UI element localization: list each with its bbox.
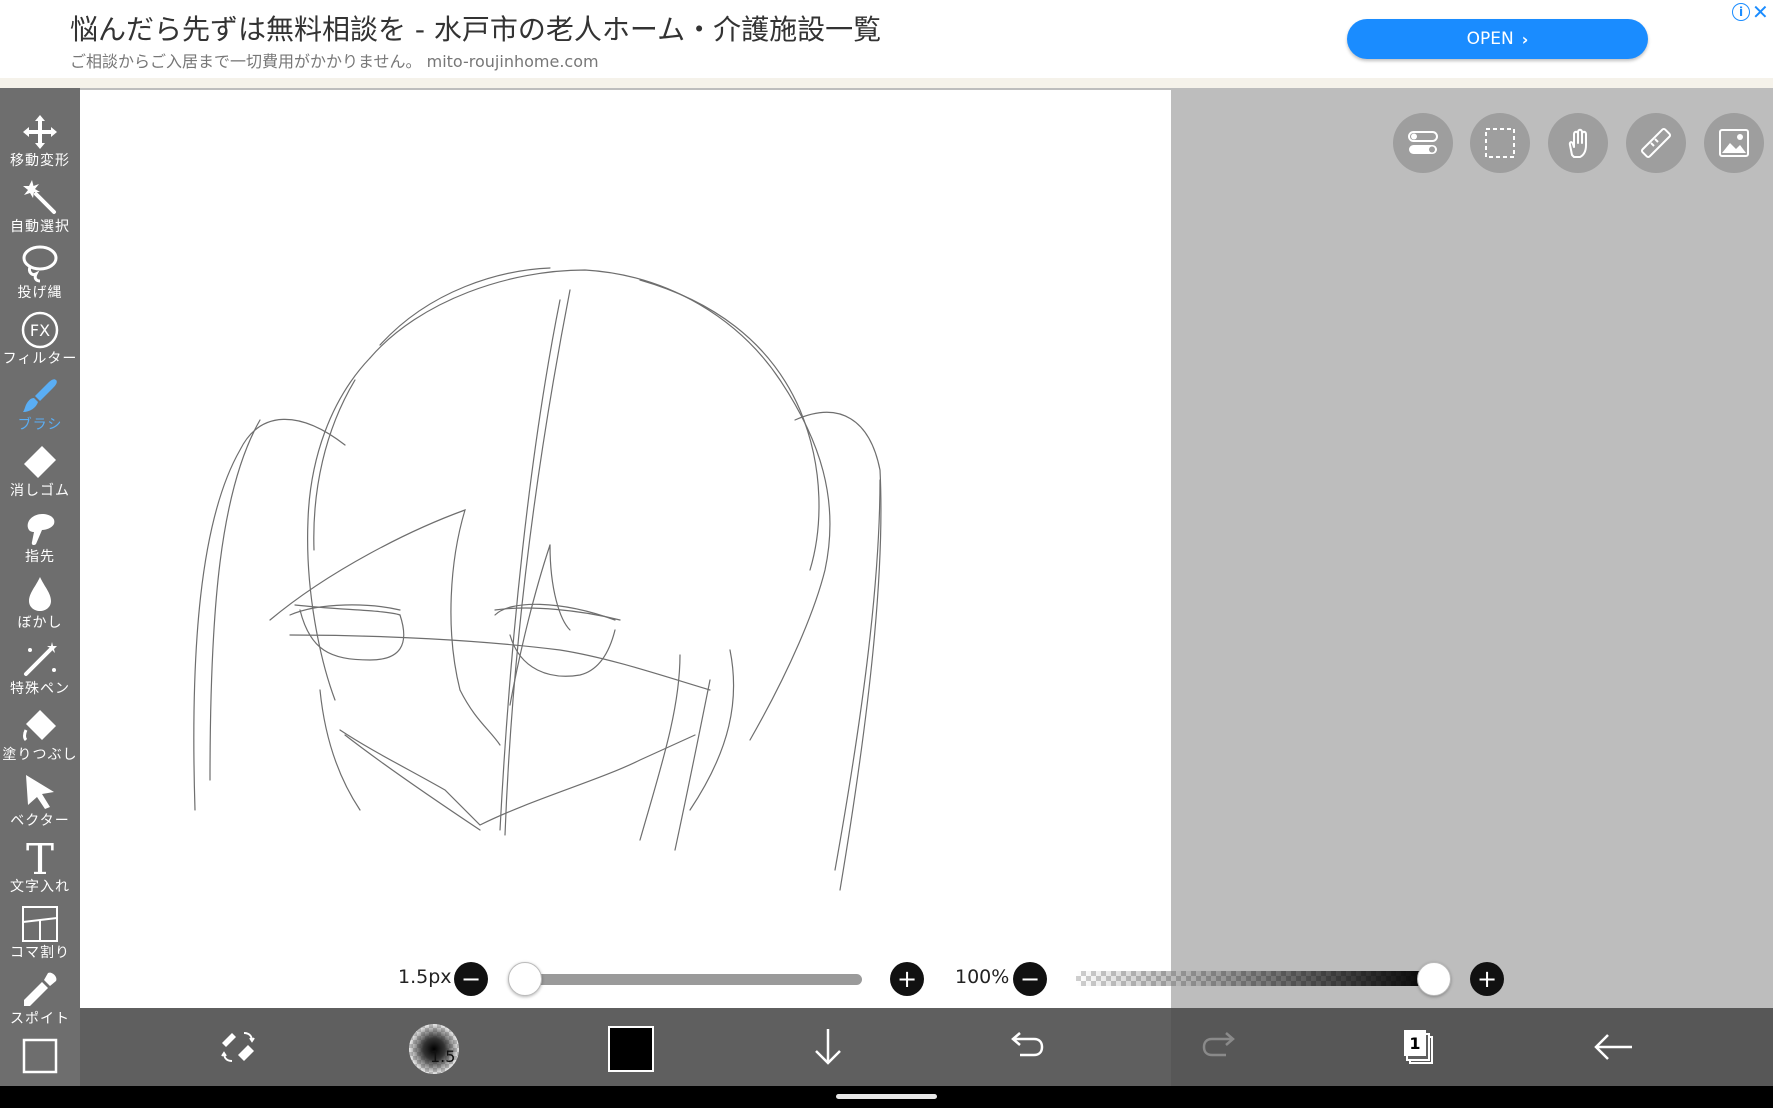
plus-icon: +	[896, 965, 918, 993]
move-icon	[23, 115, 57, 149]
undo-icon	[1011, 1032, 1044, 1057]
image-button[interactable]	[1704, 113, 1764, 173]
back-button[interactable]	[1590, 1023, 1638, 1071]
layers-icon: 1	[1404, 1030, 1433, 1064]
undo-button[interactable]	[1000, 1023, 1048, 1071]
down-arrow-icon	[815, 1029, 841, 1065]
selection-icon	[1485, 128, 1515, 158]
ad-info-icon[interactable]: i	[1732, 3, 1750, 21]
brush-eraser-switch-button[interactable]	[214, 1023, 262, 1071]
brush-size-slider-knob[interactable]	[508, 962, 542, 996]
tool-blur[interactable]: ぼかし	[0, 572, 80, 638]
tool-finger[interactable]: 指先	[0, 506, 80, 572]
minus-icon: −	[1019, 965, 1041, 993]
brush-eraser-switch-icon	[221, 1032, 255, 1062]
vector-icon	[26, 775, 54, 809]
brush-size-slider[interactable]	[522, 974, 862, 985]
tool-move[interactable]: 移動変形	[0, 110, 80, 176]
hand-button[interactable]	[1548, 113, 1608, 173]
tool-label: 指先	[25, 549, 55, 565]
drawing-canvas[interactable]	[80, 90, 1171, 1008]
layer-count: 1	[1409, 1034, 1420, 1053]
tool-label: 特殊ペン	[10, 681, 70, 697]
tool-text[interactable]: T 文字入れ	[0, 836, 80, 902]
redo-button[interactable]	[1198, 1023, 1246, 1071]
minus-icon: −	[460, 965, 482, 993]
opacity-minus-button[interactable]: −	[1013, 962, 1047, 996]
tool-label: ぼかし	[17, 615, 63, 631]
size-plus-button[interactable]: +	[890, 962, 924, 996]
bottom-toolbar-right	[1171, 1008, 1773, 1086]
tool-eyedropper[interactable]: スポイト	[0, 968, 80, 1034]
tool-eraser[interactable]: 消しゴム	[0, 440, 80, 506]
ad-title[interactable]: 悩んだら先ずは無料相談を - 水戸市の老人ホーム・介護施設一覧	[70, 8, 881, 48]
square-icon	[22, 1038, 58, 1074]
toggle-icon	[1408, 131, 1438, 154]
text-icon-glyph: T	[26, 838, 54, 878]
tool-label: 投げ縄	[17, 285, 63, 301]
blur-drop-icon	[29, 577, 51, 611]
fx-icon: FX	[21, 311, 59, 349]
finger-icon	[27, 514, 55, 546]
eraser-icon	[24, 446, 56, 478]
toggle-button[interactable]	[1393, 113, 1453, 173]
redo-icon	[1202, 1032, 1235, 1057]
eyedropper-icon	[24, 972, 57, 1006]
down-arrow-button[interactable]	[804, 1023, 852, 1071]
ad-open-label: OPEN	[1466, 29, 1514, 49]
ad-banner[interactable]: 悩んだら先ずは無料相談を - 水戸市の老人ホーム・介護施設一覧 ご相談からご入居…	[0, 0, 1773, 88]
tool-label: コマ割り	[10, 945, 70, 961]
tool-auto-select[interactable]: 自動選択	[0, 176, 80, 242]
frame-divide-icon	[22, 906, 58, 942]
tool-label: ベクター	[10, 813, 70, 829]
tool-fill[interactable]: 塗りつぶし	[0, 704, 80, 770]
fill-bucket-icon	[23, 710, 56, 742]
brush-opacity-value: 100%	[955, 966, 1010, 988]
ad-close-icon[interactable]: ✕	[1752, 0, 1769, 24]
brush-size-badge: 1.5	[430, 1047, 456, 1066]
tool-label: スポイト	[10, 1011, 70, 1027]
tool-label: 塗りつぶし	[2, 747, 78, 763]
tool-label: 文字入れ	[10, 879, 70, 895]
ad-divider	[0, 78, 1773, 88]
lasso-icon	[22, 245, 58, 283]
selection-button[interactable]	[1470, 113, 1530, 173]
brush-size-value: 1.5px	[398, 966, 452, 988]
ruler-icon	[1640, 127, 1672, 159]
chevron-right-icon: ›	[1521, 29, 1529, 49]
magic-wand-icon	[23, 180, 56, 214]
tool-label: 移動変形	[10, 153, 70, 169]
tool-vector[interactable]: ベクター	[0, 770, 80, 836]
layers-button[interactable]: 1	[1394, 1023, 1442, 1071]
image-icon	[1719, 129, 1749, 157]
text-icon: T	[26, 838, 54, 878]
tool-frame-divide[interactable]: コマ割り	[0, 902, 80, 968]
special-pen-icon	[24, 642, 57, 676]
tool-sidebar: 移動変形 自動選択 投げ縄 FX フィルター ブラシ 消しゴム 指先 ぼかし 特…	[0, 88, 80, 1086]
tool-label: 消しゴム	[10, 483, 70, 499]
tool-label: 自動選択	[10, 219, 70, 235]
fx-icon-text: FX	[30, 321, 50, 340]
ruler-button[interactable]	[1626, 113, 1686, 173]
tool-filter[interactable]: FX フィルター	[0, 308, 80, 374]
brush-opacity-slider[interactable]	[1076, 971, 1436, 986]
brush-icon	[23, 379, 57, 412]
home-gesture-handle[interactable]	[836, 1094, 937, 1099]
app-root: 悩んだら先ずは無料相談を - 水戸市の老人ホーム・介護施設一覧 ご相談からご入居…	[0, 0, 1773, 1108]
tool-label: ブラシ	[17, 417, 63, 433]
tool-lasso[interactable]: 投げ縄	[0, 242, 80, 308]
color-swatch-button[interactable]	[608, 1026, 654, 1072]
hand-icon	[1568, 128, 1587, 158]
back-arrow-icon	[1594, 1034, 1632, 1060]
brush-opacity-slider-knob[interactable]	[1417, 962, 1451, 996]
plus-icon: +	[1476, 965, 1498, 993]
ad-subtitle[interactable]: ご相談からご入居まで一切費用がかかりません。 mito-roujinhome.c…	[70, 48, 599, 72]
size-minus-button[interactable]: −	[454, 962, 488, 996]
tool-brush[interactable]: ブラシ	[0, 374, 80, 440]
tool-special-pen[interactable]: 特殊ペン	[0, 638, 80, 704]
tool-label: フィルター	[2, 351, 78, 367]
ad-open-button[interactable]: OPEN ›	[1347, 19, 1648, 59]
sketch-drawing	[193, 267, 882, 891]
opacity-plus-button[interactable]: +	[1470, 962, 1504, 996]
